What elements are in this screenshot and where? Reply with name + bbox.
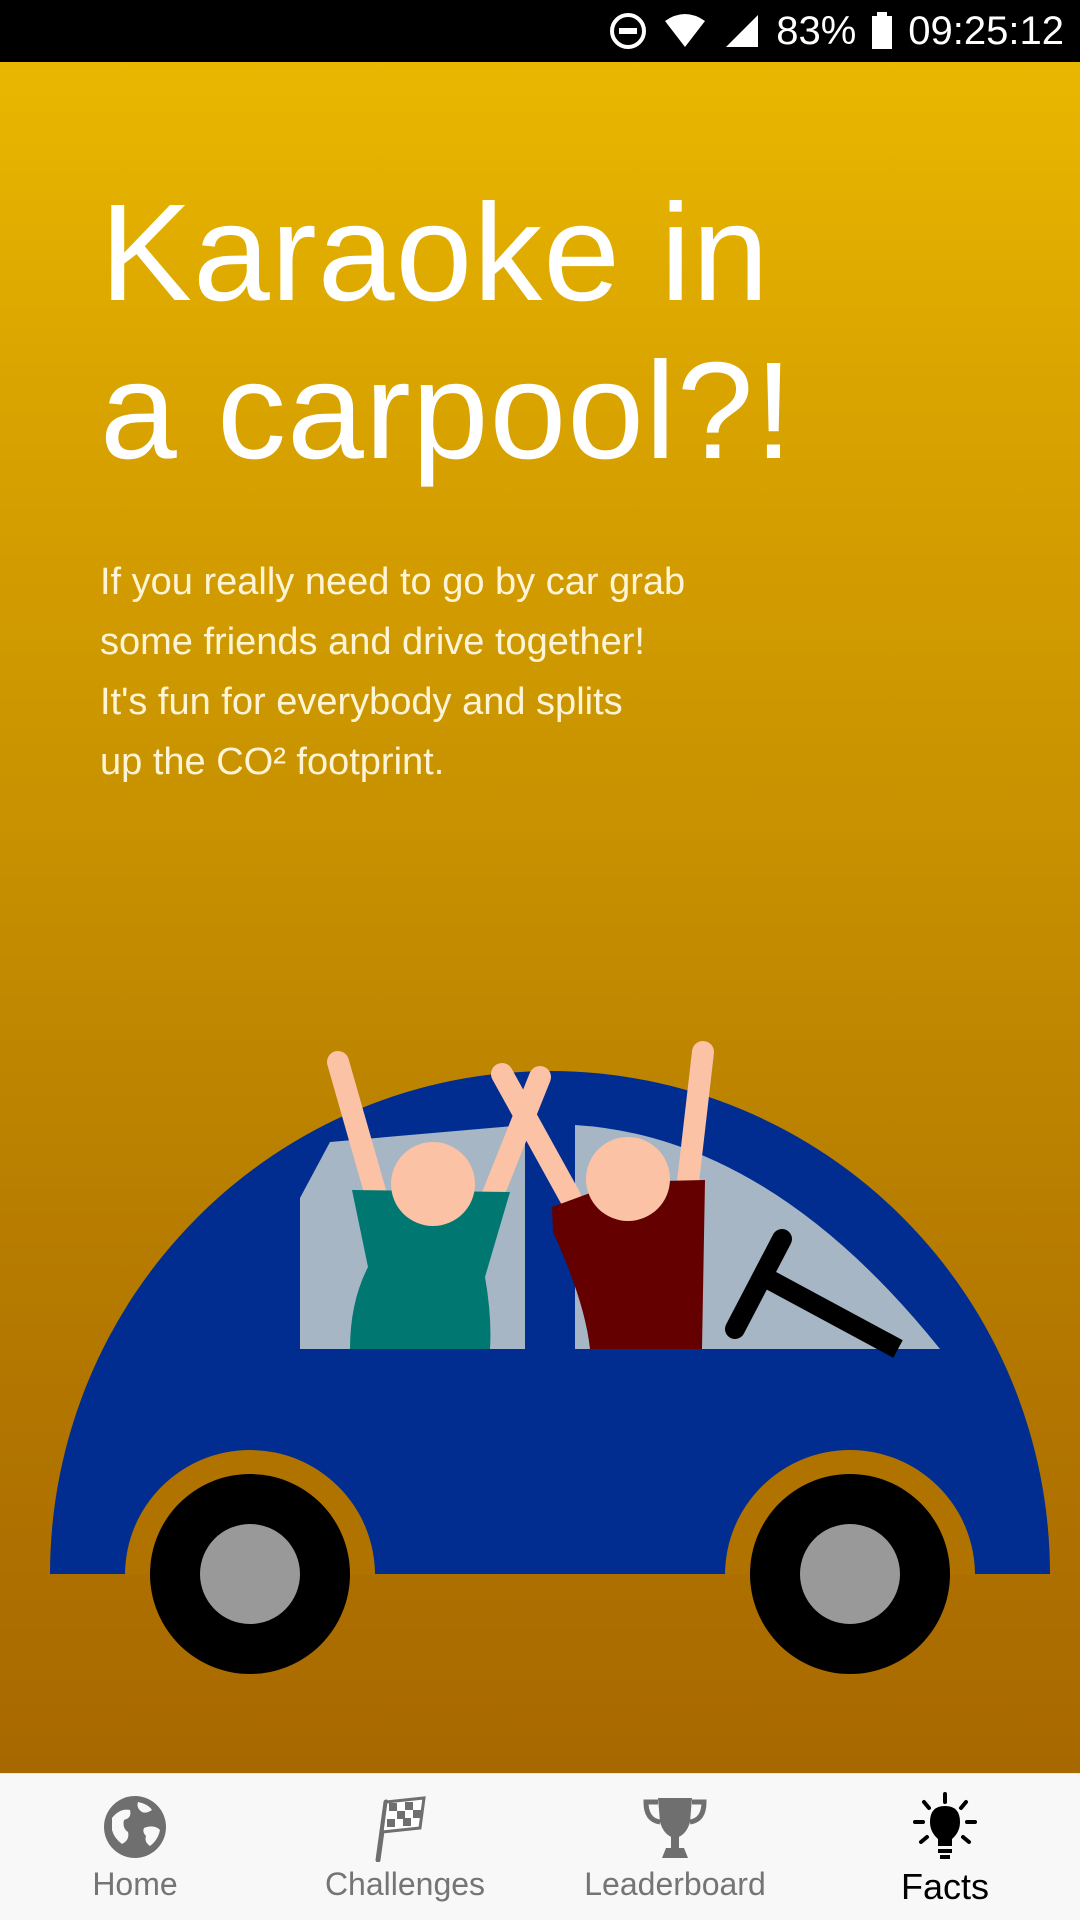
bottom-navigation: Home Challenges Leaderboard Facts — [0, 1773, 1080, 1920]
wifi-icon — [662, 11, 708, 51]
fact-body-line: If you really need to go by car grab — [100, 561, 686, 603]
checkered-flag-icon — [370, 1792, 440, 1862]
nav-label-leaderboard: Leaderboard — [584, 1866, 766, 1902]
fact-body: If you really need to go by car grab som… — [100, 552, 740, 792]
nav-item-challenges[interactable]: Challenges — [270, 1774, 540, 1920]
clock: 09:25:12 — [908, 8, 1064, 53]
fact-body-line: up the CO² footprint. — [100, 741, 445, 783]
cell-signal-icon — [722, 11, 762, 51]
nav-item-leaderboard[interactable]: Leaderboard — [540, 1774, 810, 1920]
fact-title-line-1: Karaoke in — [100, 176, 770, 330]
fact-body-line: some friends and drive together! — [100, 621, 645, 663]
nav-label-home: Home — [92, 1866, 178, 1902]
lightbulb-icon — [910, 1792, 980, 1862]
fact-title-line-2: a carpool?! — [100, 334, 794, 488]
battery-icon — [870, 11, 894, 51]
nav-item-facts[interactable]: Facts — [810, 1774, 1080, 1920]
carpool-illustration — [50, 1041, 1050, 1674]
globe-icon — [100, 1792, 170, 1862]
fact-card: Karaoke in a carpool?! If you really nee… — [0, 62, 1080, 1773]
nav-item-home[interactable]: Home — [0, 1774, 270, 1920]
do-not-disturb-icon — [608, 11, 648, 51]
wheel-right — [750, 1474, 950, 1674]
status-bar: 83% 09:25:12 — [0, 0, 1080, 62]
fact-body-line: It's fun for everybody and splits — [100, 681, 623, 723]
fact-title: Karaoke in a carpool?! — [100, 174, 1000, 490]
wheel-left — [150, 1474, 350, 1674]
nav-label-challenges: Challenges — [324, 1866, 486, 1902]
trophy-icon — [640, 1792, 710, 1862]
nav-label-facts: Facts — [900, 1866, 989, 1907]
battery-percent: 83% — [776, 8, 857, 53]
